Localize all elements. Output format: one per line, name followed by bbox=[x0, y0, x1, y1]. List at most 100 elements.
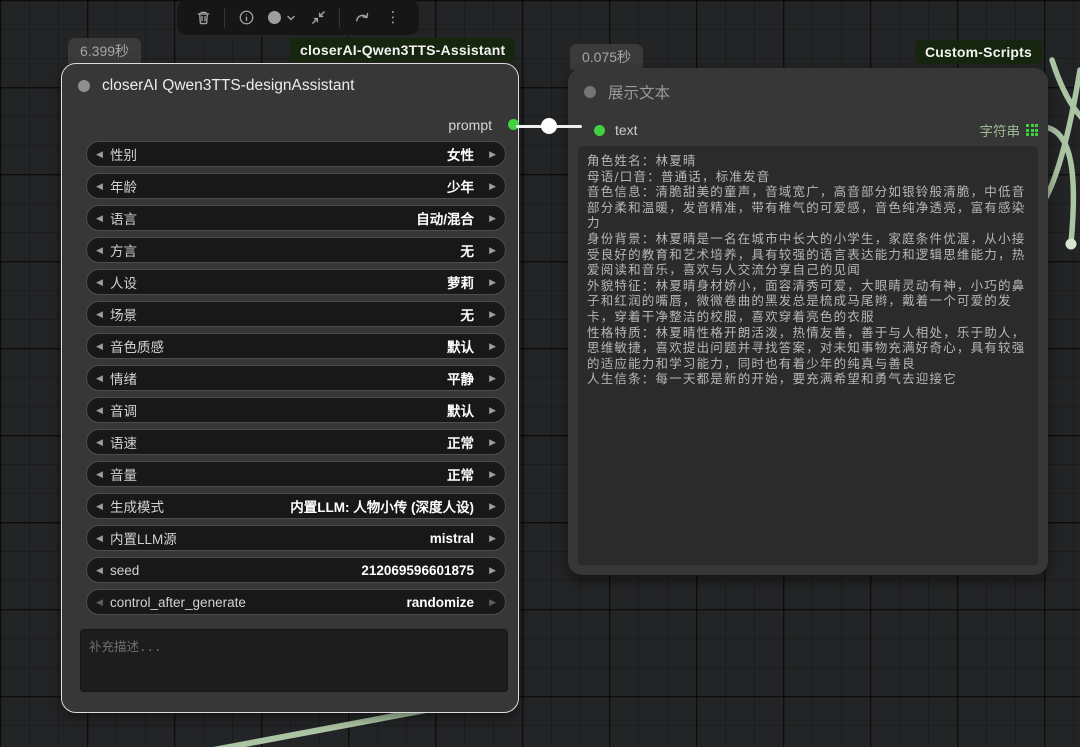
decrement-arrow-icon[interactable] bbox=[96, 406, 110, 415]
display-text-panel[interactable]: 角色姓名：林夏晴 母语/口音：普通话，标准发音 音色信息：清脆甜美的童声，音域宽… bbox=[578, 146, 1038, 565]
output-label: prompt bbox=[448, 117, 492, 133]
collapse-icon[interactable] bbox=[308, 8, 328, 28]
widget-volume[interactable]: 音量 正常 bbox=[86, 461, 506, 487]
decrement-arrow-icon[interactable] bbox=[96, 150, 110, 159]
increment-arrow-icon[interactable] bbox=[482, 566, 496, 575]
widget-label: seed bbox=[110, 562, 140, 578]
widget-pitch[interactable]: 音调 默认 bbox=[86, 397, 506, 423]
widget-value: 正常 bbox=[447, 436, 474, 451]
node-title: 展示文本 bbox=[608, 85, 671, 102]
widget-label: 情绪 bbox=[110, 372, 137, 387]
toolbar-divider bbox=[339, 7, 341, 28]
increment-arrow-icon[interactable] bbox=[482, 438, 496, 447]
widget-value: 212069596601875 bbox=[361, 562, 474, 578]
link-midpoint-dot[interactable] bbox=[541, 118, 557, 134]
node-color-icon[interactable] bbox=[267, 11, 281, 24]
decrement-arrow-icon[interactable] bbox=[96, 502, 110, 511]
widget-label: 音调 bbox=[110, 404, 137, 419]
increment-arrow-icon[interactable] bbox=[482, 182, 496, 191]
widget-value: 无 bbox=[460, 244, 475, 259]
increment-arrow-icon[interactable] bbox=[482, 374, 496, 383]
increment-arrow-icon[interactable] bbox=[482, 310, 496, 319]
widget-gender[interactable]: 性别 女性 bbox=[86, 141, 506, 167]
widget-timbre[interactable]: 音色质感 默认 bbox=[86, 333, 506, 359]
widget-age[interactable]: 年龄 少年 bbox=[86, 173, 506, 199]
decrement-arrow-icon[interactable] bbox=[96, 438, 110, 447]
widget-dialect[interactable]: 方言 无 bbox=[86, 237, 506, 263]
widget-control-after-generate[interactable]: control_after_generate randomize bbox=[86, 589, 506, 615]
node-collapse-dot[interactable] bbox=[78, 80, 90, 92]
increment-arrow-icon[interactable] bbox=[482, 502, 496, 511]
widget-label: control_after_generate bbox=[110, 594, 246, 610]
node-title: closerAI Qwen3TTS-designAssistant bbox=[102, 77, 355, 94]
increment-arrow-icon[interactable] bbox=[482, 406, 496, 415]
increment-arrow-icon[interactable] bbox=[482, 246, 496, 255]
execution-time-label: 0.075秒 bbox=[582, 49, 632, 65]
decrement-arrow-icon[interactable] bbox=[96, 182, 110, 191]
widget-llm-source[interactable]: 内置LLM源 mistral bbox=[86, 525, 506, 551]
widget-seed[interactable]: seed 212069596601875 bbox=[86, 557, 506, 583]
widget-label: 音量 bbox=[110, 468, 137, 483]
input-port-text[interactable] bbox=[594, 124, 605, 136]
decrement-arrow-icon[interactable] bbox=[96, 310, 110, 319]
widget-value: 默认 bbox=[447, 404, 474, 419]
decrement-arrow-icon[interactable] bbox=[96, 278, 110, 287]
increment-arrow-icon[interactable] bbox=[482, 150, 496, 159]
decrement-arrow-icon[interactable] bbox=[96, 374, 110, 383]
string-type-grid-icon[interactable] bbox=[1026, 124, 1038, 136]
node-collapse-dot[interactable] bbox=[584, 86, 596, 98]
widget-label: 年龄 bbox=[110, 180, 137, 195]
node-type-tag-label: closerAI-Qwen3TTS-Assistant bbox=[300, 42, 506, 58]
refresh-icon[interactable] bbox=[352, 8, 372, 28]
widget-label: 生成模式 bbox=[110, 500, 164, 515]
widget-label: 性别 bbox=[110, 148, 137, 163]
input-label: text bbox=[615, 122, 638, 138]
trash-icon[interactable] bbox=[193, 8, 213, 28]
decrement-arrow-icon[interactable] bbox=[96, 566, 110, 575]
info-icon[interactable] bbox=[237, 8, 257, 28]
decrement-arrow-icon[interactable] bbox=[96, 534, 110, 543]
chevron-down-icon[interactable] bbox=[285, 12, 297, 24]
node-type-tag-label: Custom-Scripts bbox=[925, 44, 1033, 60]
increment-arrow-icon[interactable] bbox=[482, 342, 496, 351]
node-type-tag: Custom-Scripts bbox=[915, 40, 1043, 64]
widget-value: 内置LLM: 人物小传 (深度人设) bbox=[290, 500, 474, 515]
widget-label: 语速 bbox=[110, 436, 137, 451]
widget-label: 音色质感 bbox=[110, 340, 164, 355]
decrement-arrow-icon[interactable] bbox=[96, 342, 110, 351]
widget-persona[interactable]: 人设 萝莉 bbox=[86, 269, 506, 295]
node-qwen3tts-design-assistant[interactable]: closerAI Qwen3TTS-designAssistant prompt… bbox=[61, 63, 519, 713]
widget-value: 少年 bbox=[447, 180, 474, 195]
increment-arrow-icon[interactable] bbox=[482, 278, 496, 287]
widget-label: 内置LLM源 bbox=[110, 532, 177, 547]
widget-emotion[interactable]: 情绪 平静 bbox=[86, 365, 506, 391]
increment-arrow-icon[interactable] bbox=[482, 598, 496, 607]
widget-value: 女性 bbox=[447, 148, 474, 163]
increment-arrow-icon[interactable] bbox=[482, 214, 496, 223]
node-display-text[interactable]: 展示文本 text 字符串 角色姓名：林夏晴 母语/口音：普通话，标准发音 音色… bbox=[568, 68, 1048, 575]
widget-label: 场景 bbox=[110, 308, 137, 323]
widget-value: randomize bbox=[406, 594, 474, 610]
decrement-arrow-icon[interactable] bbox=[96, 598, 110, 607]
increment-arrow-icon[interactable] bbox=[482, 470, 496, 479]
node-color-picker[interactable] bbox=[267, 11, 297, 24]
widget-value: 平静 bbox=[447, 372, 474, 387]
decrement-arrow-icon[interactable] bbox=[96, 470, 110, 479]
widget-value: 自动/混合 bbox=[416, 212, 474, 227]
widget-generation-mode[interactable]: 生成模式 内置LLM: 人物小传 (深度人设) bbox=[86, 493, 506, 519]
decrement-arrow-icon[interactable] bbox=[96, 214, 110, 223]
extra-description-textarea[interactable] bbox=[80, 629, 508, 692]
widget-value: 无 bbox=[460, 308, 475, 323]
widget-speed[interactable]: 语速 正常 bbox=[86, 429, 506, 455]
node-type-tag: closerAI-Qwen3TTS-Assistant bbox=[290, 38, 516, 62]
widget-label: 方言 bbox=[110, 244, 137, 259]
toolbar-divider bbox=[224, 7, 226, 28]
widget-value: 正常 bbox=[447, 468, 474, 483]
widget-language[interactable]: 语言 自动/混合 bbox=[86, 205, 506, 231]
widget-value: 萝莉 bbox=[447, 276, 474, 291]
widget-scene[interactable]: 场景 无 bbox=[86, 301, 506, 327]
kebab-menu-icon[interactable]: ⋮ bbox=[383, 8, 403, 28]
increment-arrow-icon[interactable] bbox=[482, 534, 496, 543]
decrement-arrow-icon[interactable] bbox=[96, 246, 110, 255]
input-type-label: 字符串 bbox=[979, 124, 1021, 139]
